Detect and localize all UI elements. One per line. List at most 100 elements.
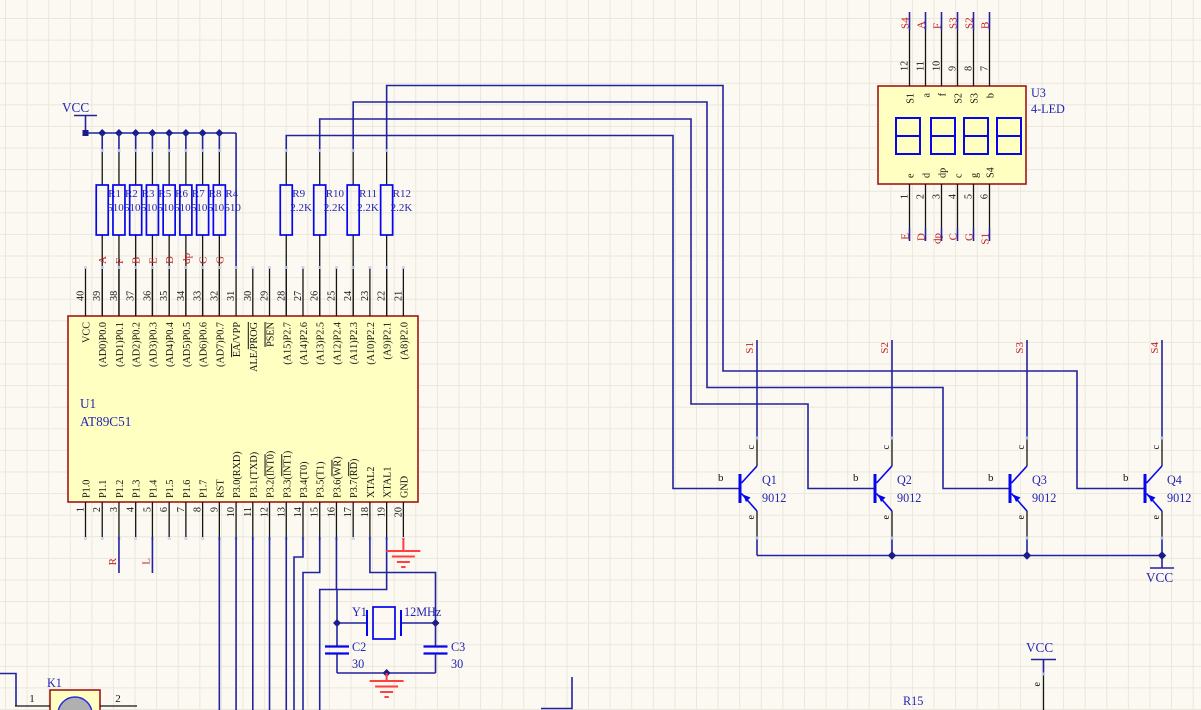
transistor-part: 9012 bbox=[762, 491, 786, 505]
ic-u3-part: 4-LED bbox=[1031, 102, 1065, 116]
pin-end-marker bbox=[151, 266, 154, 269]
pin-end-marker bbox=[385, 149, 388, 152]
pin-number: 37 bbox=[126, 291, 137, 301]
pin-name: S4 bbox=[986, 167, 997, 178]
pin-number: 16 bbox=[326, 507, 337, 517]
pin-label-e: e bbox=[746, 515, 757, 520]
pin-number: 3 bbox=[109, 507, 120, 512]
pin-number: 11 bbox=[243, 507, 254, 517]
wire[interactable] bbox=[303, 537, 320, 710]
pin-name: P3.0(RXD) bbox=[232, 451, 243, 498]
pin-name: (AD3)P0.3 bbox=[148, 322, 159, 367]
pin-number: 4 bbox=[126, 507, 137, 512]
pin-end-marker bbox=[184, 266, 187, 269]
pin-number: 8 bbox=[193, 507, 204, 512]
pin-name: d bbox=[922, 173, 933, 178]
pin-end-marker bbox=[117, 149, 120, 152]
pin-end-marker bbox=[1026, 537, 1029, 540]
pin-number: 3 bbox=[932, 194, 943, 199]
pin-label-e: e bbox=[1016, 515, 1027, 520]
pin-end-marker bbox=[201, 537, 204, 540]
pin-number: 25 bbox=[326, 291, 337, 301]
pin-number: 1 bbox=[76, 507, 87, 512]
pin-end-marker bbox=[134, 266, 137, 269]
pin-end-marker bbox=[218, 149, 221, 152]
pin-number: 14 bbox=[293, 507, 304, 517]
wire[interactable] bbox=[541, 677, 572, 709]
pin-number: 6 bbox=[980, 194, 991, 199]
net-label: F bbox=[932, 23, 944, 29]
pin-number: 7 bbox=[176, 507, 187, 512]
resistor-value-label: 2.2K bbox=[290, 202, 312, 214]
pin-number: 9 bbox=[209, 507, 220, 512]
transistor-part: 9012 bbox=[897, 491, 921, 505]
pin-name: (A8)P2.0 bbox=[399, 322, 410, 360]
net-label: B bbox=[131, 257, 143, 264]
net-label: D bbox=[164, 256, 176, 264]
pin-label-b: b bbox=[853, 472, 859, 484]
symbol-outline bbox=[742, 466, 758, 483]
pin-name: (AD4)P0.4 bbox=[165, 322, 176, 367]
pin-name: dp bbox=[938, 168, 949, 178]
pin-number: 32 bbox=[209, 291, 220, 301]
pin-end-marker bbox=[84, 537, 87, 540]
ground-symbol bbox=[386, 538, 420, 567]
wire[interactable] bbox=[0, 674, 16, 707]
pin-end-marker bbox=[184, 537, 187, 540]
pin-name: P3.2(INT0) bbox=[266, 451, 277, 498]
cap-ref: C3 bbox=[451, 640, 465, 654]
pin-end-marker bbox=[368, 266, 371, 269]
transistor-ref: Q3 bbox=[1032, 473, 1047, 487]
resistor-ref-label: R3 bbox=[142, 188, 155, 200]
net-label: S4 bbox=[900, 17, 912, 29]
pin-number: 27 bbox=[293, 291, 304, 301]
symbol-outline bbox=[367, 610, 401, 636]
resistor-value-label: 510 bbox=[191, 202, 208, 214]
pin-number: 1 bbox=[29, 693, 35, 705]
pin-end-marker bbox=[251, 266, 254, 269]
resistor-value-label: 510 bbox=[224, 202, 241, 214]
base-net-wire[interactable] bbox=[387, 86, 1144, 489]
pin-number: 4 bbox=[948, 194, 959, 199]
emitter-arrow bbox=[1148, 495, 1156, 503]
pin-end-marker bbox=[285, 266, 288, 269]
pin-name: XTAL2 bbox=[366, 467, 377, 498]
pin-name: (A11)P2.3 bbox=[349, 322, 360, 364]
junction-dot bbox=[888, 551, 896, 559]
pin-number: 24 bbox=[343, 291, 354, 301]
vcc-label-rail: VCC bbox=[1146, 570, 1173, 585]
resistor-ref-label: R11 bbox=[359, 188, 377, 200]
pin-name: P1.2 bbox=[115, 480, 126, 498]
net-label: dp bbox=[181, 253, 193, 265]
emitter-arrow bbox=[878, 495, 886, 503]
pin-end-marker bbox=[168, 266, 171, 269]
crystal-body[interactable] bbox=[373, 607, 395, 639]
symbol-outline bbox=[1147, 466, 1163, 483]
pin-number: 21 bbox=[393, 291, 404, 301]
net-label: D bbox=[916, 233, 928, 241]
pin-name: P1.1 bbox=[98, 480, 109, 498]
pin-name: (A10)P2.2 bbox=[366, 322, 377, 365]
schematic-canvas: VCCR1510AR2510FR3510BR5510ER6510DR7510dp… bbox=[0, 0, 1201, 710]
pin-end-marker bbox=[101, 149, 104, 152]
pin-end-marker bbox=[1161, 437, 1164, 440]
pin-end-marker bbox=[318, 266, 321, 269]
net-label: G bbox=[964, 233, 976, 241]
pin-number: 35 bbox=[159, 291, 170, 301]
junction-dot bbox=[1023, 551, 1031, 559]
net-label-s: S2 bbox=[879, 342, 891, 354]
pin-end-marker bbox=[1042, 673, 1045, 676]
pin-name: (A9)P2.1 bbox=[383, 322, 394, 360]
pin-end-marker bbox=[352, 537, 355, 540]
pin-number: 19 bbox=[377, 507, 388, 517]
pin-name: P3.5(T1) bbox=[316, 461, 327, 498]
pin-end-marker bbox=[402, 266, 405, 269]
pin-name: P3.3(INT1) bbox=[282, 451, 293, 498]
pin-name: (A15)P2.7 bbox=[282, 322, 293, 365]
ic-u1-part: AT89C51 bbox=[80, 414, 131, 429]
cap-value: 30 bbox=[451, 657, 463, 671]
resistor-ref-label: R12 bbox=[393, 188, 411, 200]
emitter-rail[interactable] bbox=[757, 556, 1162, 569]
wire[interactable] bbox=[294, 537, 303, 710]
pin-name: P1.0 bbox=[82, 480, 93, 498]
